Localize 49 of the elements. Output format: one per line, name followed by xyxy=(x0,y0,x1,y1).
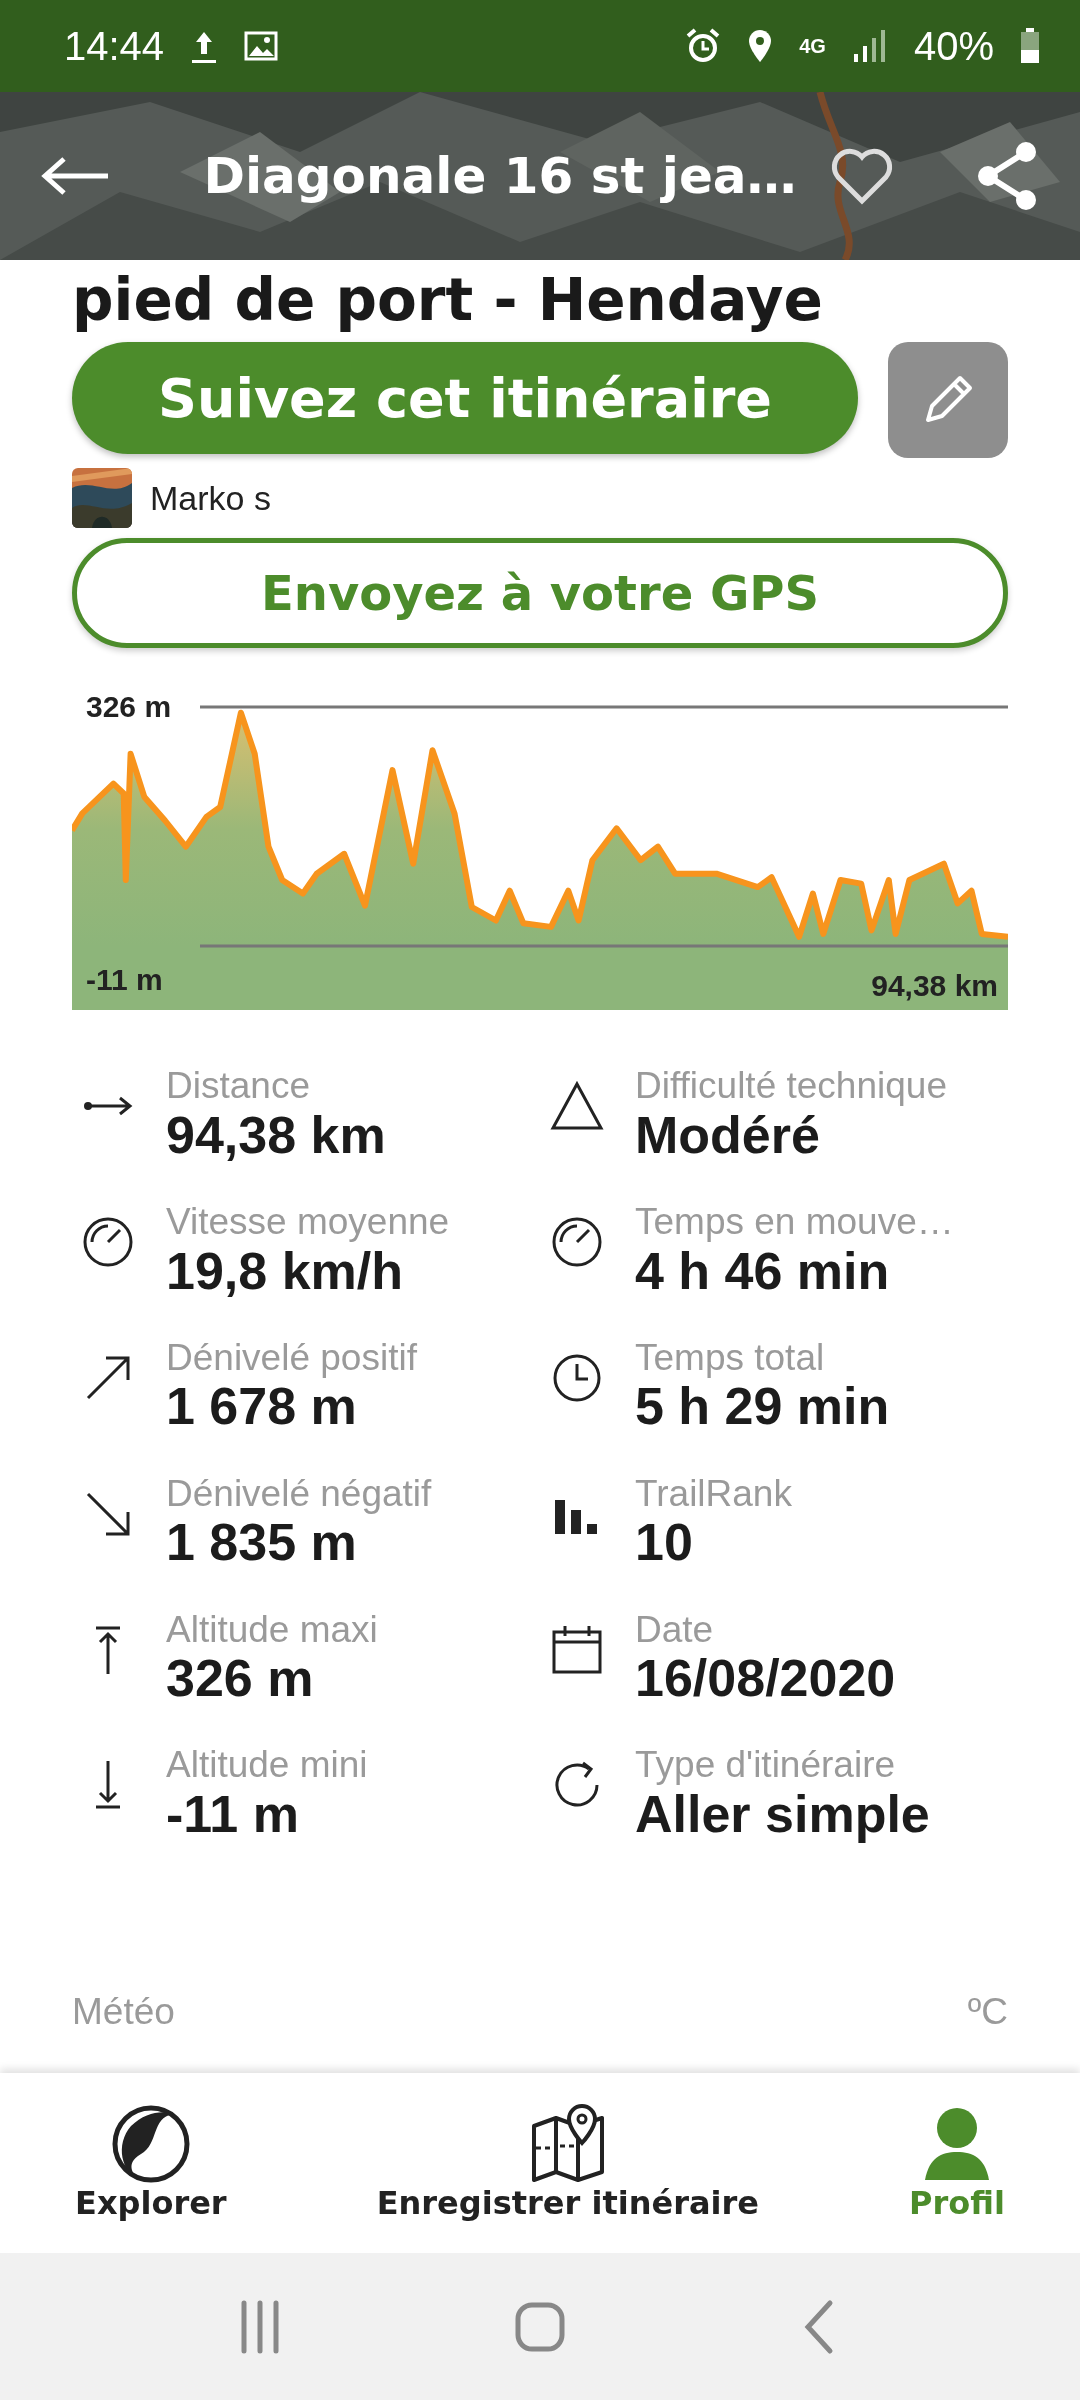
nav-tab[interactable]: Profil xyxy=(909,2104,1005,2222)
nav-tab[interactable]: Enregistrer itinéraire xyxy=(376,2104,759,2222)
stat-value: 1 678 m xyxy=(166,1378,357,1436)
back-arrow-icon[interactable] xyxy=(40,156,110,196)
stat-value: Aller simple xyxy=(635,1786,930,1844)
stat-value: 4 h 46 min xyxy=(635,1242,891,1300)
stat-label: Dénivelé négatif xyxy=(166,1473,432,1515)
stat-value: Modéré xyxy=(635,1106,820,1164)
stat-value: 5 h 29 min xyxy=(635,1378,890,1436)
stat-value: 10 xyxy=(635,1514,694,1572)
edit-button[interactable] xyxy=(888,342,1008,458)
stat-value: 326 m xyxy=(166,1650,315,1708)
signal-icon xyxy=(851,28,888,64)
alarm-icon xyxy=(685,28,722,64)
stat-label: Distance xyxy=(166,1066,311,1107)
battery-percent: 40% xyxy=(913,23,994,69)
route-title: pied de port - Hendaye xyxy=(71,266,824,334)
stat-label: TrailRank xyxy=(635,1473,792,1515)
stat-value: 16/08/2020 xyxy=(635,1650,896,1708)
location-icon xyxy=(747,28,774,64)
stat-label: Altitude mini xyxy=(166,1745,368,1787)
distance-label: 94,38 km xyxy=(871,969,998,1002)
send-to-gps-button[interactable]: Envoyez à votre GPS xyxy=(72,538,1008,648)
stat-value: -11 m xyxy=(166,1786,300,1844)
stat-label: Type d'itinéraire xyxy=(635,1745,897,1787)
section-title: Météo xyxy=(72,1991,175,2033)
battery-icon xyxy=(1020,28,1040,64)
stat-label: Dénivelé positif xyxy=(166,1337,417,1379)
stat-label: Altitude maxi xyxy=(166,1609,378,1651)
network-label: 4G xyxy=(799,36,826,56)
clock-time: 14:44 xyxy=(64,23,165,69)
min-altitude-label: -11 m xyxy=(86,963,163,996)
stat-label: Temps total xyxy=(635,1337,826,1379)
stat-label: Vitesse moyenne xyxy=(166,1201,450,1243)
screen-title: Diagonale 16 st jea… xyxy=(202,147,798,205)
unit-label: ºC xyxy=(967,1991,1008,2033)
stat-value: 19,8 km/h xyxy=(166,1242,404,1300)
swirl-logo-icon xyxy=(110,2104,191,2184)
stat-label: Difficulté technique xyxy=(635,1066,947,1107)
stat-value: 1 835 m xyxy=(166,1514,357,1572)
stat-label: Temps en mouve… xyxy=(635,1201,954,1243)
heart-icon[interactable] xyxy=(830,147,894,205)
max-altitude-label: 326 m xyxy=(86,690,172,723)
stat-value: 94,38 km xyxy=(166,1106,386,1164)
image-icon xyxy=(244,31,279,61)
author-name: Marko s xyxy=(150,478,271,518)
stat-label: Date xyxy=(635,1609,715,1651)
follow-route-button[interactable]: Suivez cet itinéraire xyxy=(72,342,858,454)
nav-tab[interactable]: Explorer xyxy=(75,2104,227,2222)
